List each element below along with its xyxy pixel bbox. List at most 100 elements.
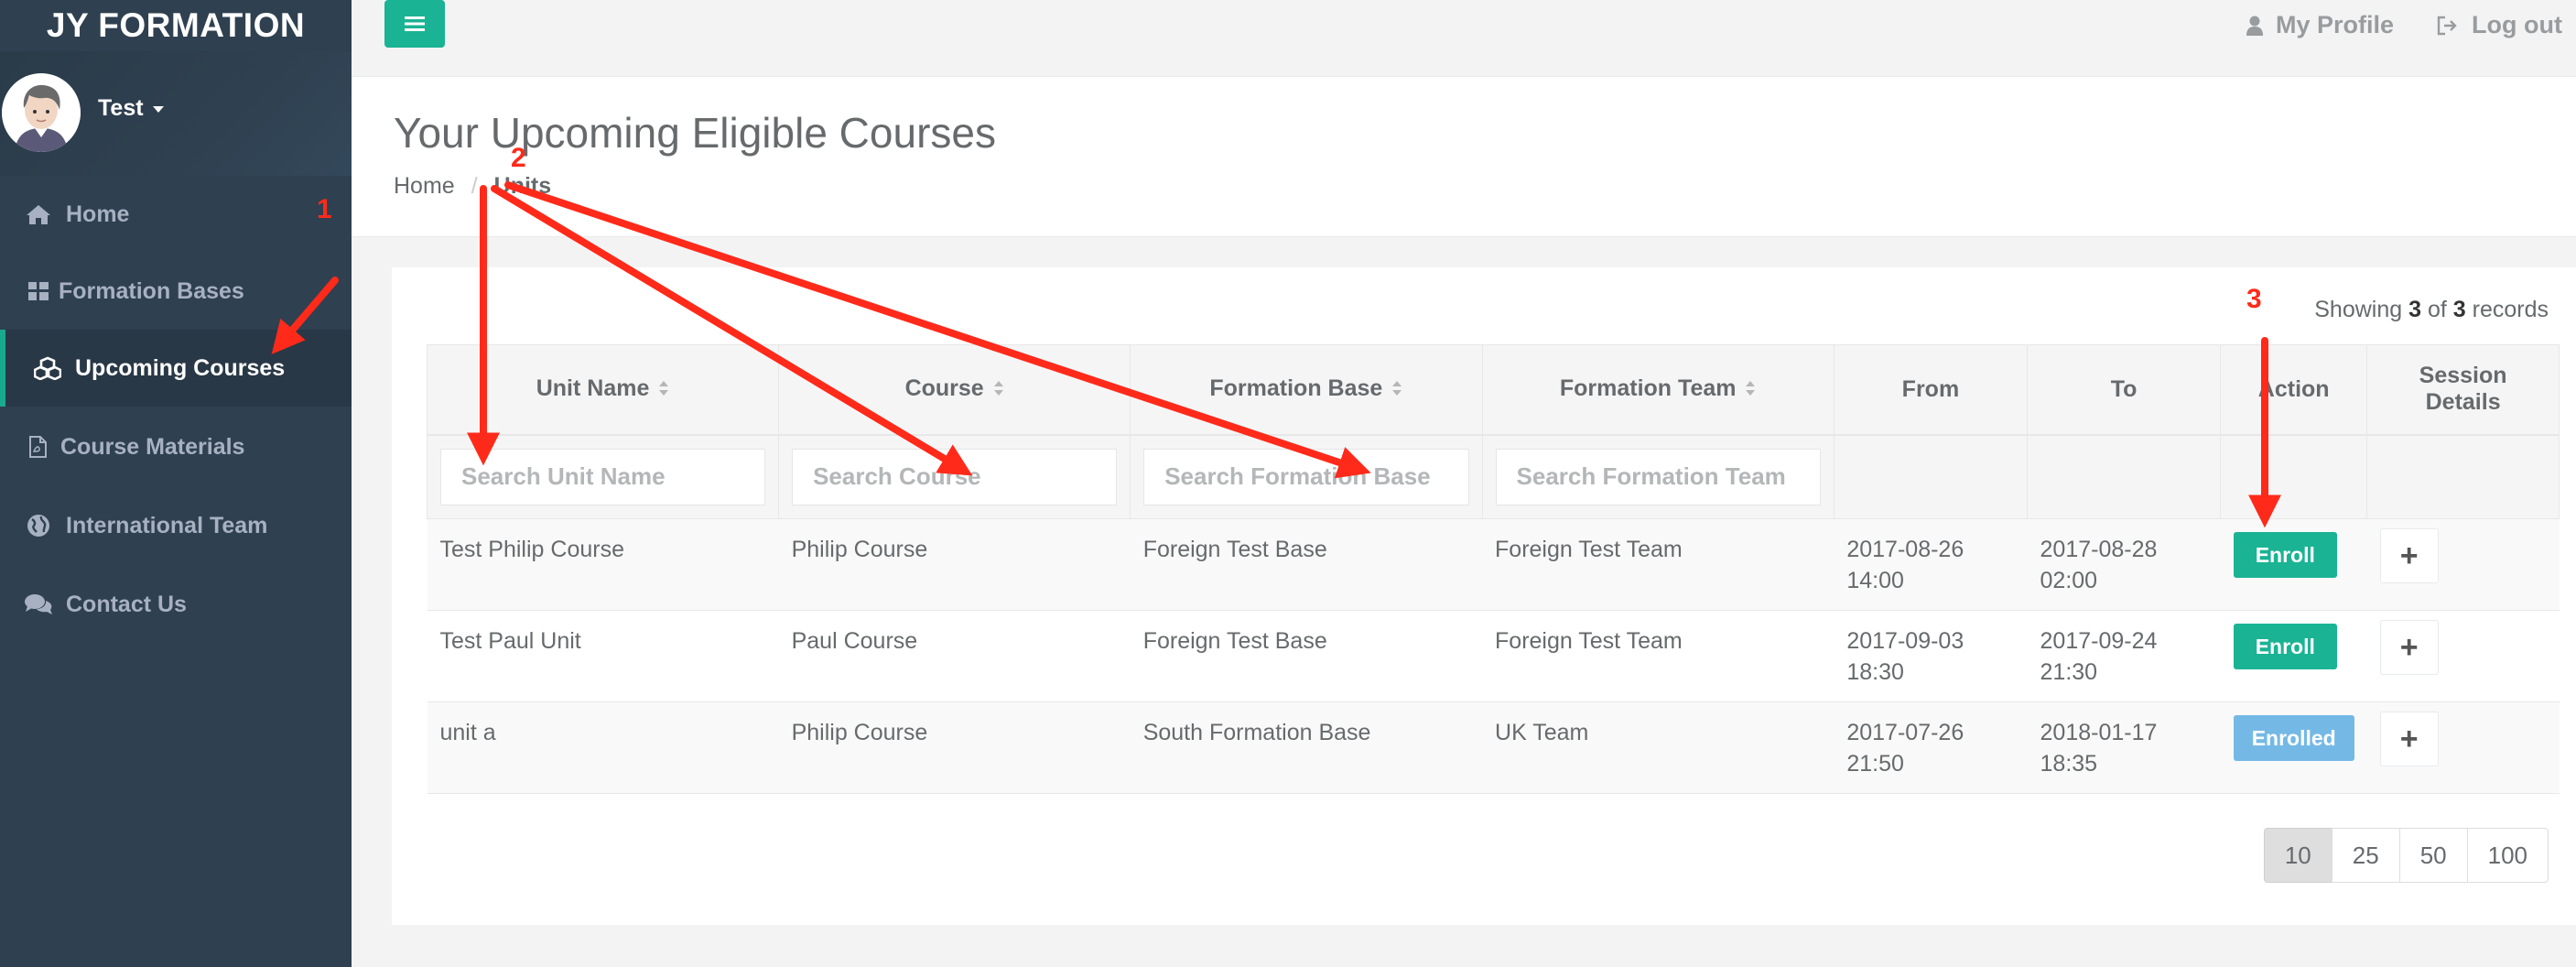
table-header-row: Unit Name Course Formation Base Formatio…	[426, 344, 2560, 436]
cell-session-details: +	[2366, 701, 2560, 794]
to-time: 02:00	[2040, 568, 2098, 593]
brand-logo[interactable]: JY FORMATION	[0, 0, 352, 51]
enrolled-button[interactable]: Enrolled	[2233, 715, 2354, 761]
annotation-1: 1	[317, 194, 332, 224]
to-date: 2018-01-17	[2040, 720, 2158, 745]
table-row: Test Paul Unit Paul Course Foreign Test …	[427, 610, 2560, 702]
header-label: Formation Team	[1559, 375, 1737, 402]
my-profile-label: My Profile	[2276, 11, 2395, 38]
sidebar-item-course-materials[interactable]: Course Materials	[0, 408, 352, 485]
showing-of: of	[2427, 297, 2447, 322]
cubes-icon	[31, 356, 64, 380]
search-formation-team-input[interactable]	[1495, 448, 1821, 505]
cell-session-details: +	[2366, 518, 2560, 611]
sidebar-item-label: Course Materials	[60, 433, 245, 460]
page-heading: Your Upcoming Eligible Courses Home / Un…	[352, 77, 2576, 237]
annotation-3: 3	[2246, 284, 2262, 314]
cell-session-details: +	[2366, 610, 2560, 702]
page-size-selector: 10 25 50 100	[2263, 828, 2549, 883]
filter-cell-empty	[2366, 434, 2560, 519]
cell-formation-team: UK Team	[1482, 701, 1835, 794]
from-time: 18:30	[1846, 659, 1904, 685]
courses-table: Unit Name Course Formation Base Formatio…	[426, 344, 2560, 794]
header-formation-team[interactable]: Formation Team	[1481, 344, 1835, 436]
sidebar-item-contact-us[interactable]: Contact Us	[0, 566, 352, 643]
from-time: 21:50	[1846, 751, 1904, 777]
sidebar-item-label: Formation Bases	[59, 277, 244, 304]
showing-count: 3	[2408, 297, 2421, 322]
search-course-input[interactable]	[792, 448, 1118, 505]
filter-cell	[426, 434, 780, 519]
page-size-25[interactable]: 25	[2331, 828, 2400, 883]
cell-formation-base: Foreign Test Base	[1130, 518, 1483, 611]
header-label: Formation Base	[1209, 375, 1383, 402]
header-label: Course	[904, 375, 984, 402]
courses-panel: Showing 3 of 3 records Unit Name Course …	[392, 267, 2576, 925]
session-details-button[interactable]: +	[2379, 620, 2439, 675]
cell-course: Philip Course	[778, 518, 1131, 611]
logout-label: Log out	[2472, 11, 2562, 38]
my-profile-link[interactable]: My Profile	[2246, 11, 2394, 39]
profile-name: Test	[98, 95, 144, 121]
cell-action: Enroll	[2220, 518, 2367, 611]
user-icon	[2246, 16, 2263, 36]
filter-cell	[1481, 434, 1835, 519]
to-time: 21:30	[2040, 659, 2098, 685]
sidebar-item-home[interactable]: Home 1	[0, 176, 352, 253]
cell-formation-base: South Formation Base	[1130, 701, 1483, 794]
profile-dropdown[interactable]: Test	[98, 95, 164, 122]
search-unit-name-input[interactable]	[440, 448, 766, 505]
sort-icon	[993, 376, 1004, 403]
menu-toggle-button[interactable]	[384, 0, 445, 48]
cell-to: 2018-01-17 18:35	[2027, 701, 2221, 794]
cell-formation-base: Foreign Test Base	[1130, 610, 1483, 702]
top-navbar: My Profile Log out	[352, 0, 2576, 77]
sidebar-item-label: Contact Us	[66, 591, 187, 617]
profile-panel: Test	[0, 51, 352, 176]
sidebar-item-international-team[interactable]: International Team	[0, 487, 352, 564]
logout-link[interactable]: Log out	[2437, 11, 2562, 39]
sign-out-icon	[2437, 16, 2457, 35]
grid-icon	[26, 282, 51, 300]
cell-formation-team: Foreign Test Team	[1482, 610, 1835, 702]
cell-to: 2017-08-28 02:00	[2027, 518, 2221, 611]
from-date: 2017-08-26	[1846, 537, 1964, 562]
cell-action: Enroll	[2220, 610, 2367, 702]
sidebar-item-upcoming-courses[interactable]: Upcoming Courses	[0, 330, 352, 407]
session-details-button[interactable]: +	[2379, 528, 2439, 583]
page-size-100[interactable]: 100	[2466, 828, 2549, 883]
showing-total: 3	[2452, 297, 2466, 322]
showing-prefix: Showing	[2314, 297, 2403, 322]
to-date: 2017-09-24	[2040, 628, 2158, 654]
breadcrumb-home[interactable]: Home	[394, 173, 455, 200]
cell-unit-name: unit a	[427, 701, 779, 794]
cell-unit-name: Test Philip Course	[427, 518, 779, 611]
filter-cell-empty	[2220, 434, 2368, 519]
filter-cell	[778, 434, 1131, 519]
pdf-file-icon	[24, 436, 51, 458]
comments-icon	[22, 593, 55, 615]
header-to: To	[2027, 344, 2222, 436]
header-course[interactable]: Course	[778, 344, 1131, 436]
enroll-button[interactable]: Enroll	[2233, 624, 2337, 669]
search-formation-base-input[interactable]	[1143, 448, 1469, 505]
page-size-50[interactable]: 50	[2398, 828, 2468, 883]
cell-from: 2017-07-26 21:50	[1834, 701, 2028, 794]
header-action: Action	[2220, 344, 2368, 436]
sidebar-item-label: Upcoming Courses	[75, 354, 286, 381]
from-date: 2017-09-03	[1846, 628, 1964, 654]
to-time: 18:35	[2040, 751, 2098, 777]
breadcrumb-current: Units	[493, 173, 552, 199]
sidebar-item-formation-bases[interactable]: Formation Bases	[0, 253, 352, 330]
sort-icon	[1745, 376, 1756, 403]
header-from: From	[1833, 344, 2029, 436]
session-details-button[interactable]: +	[2379, 712, 2439, 766]
from-date: 2017-07-26	[1846, 720, 1964, 745]
avatar[interactable]	[2, 73, 81, 152]
enroll-button[interactable]: Enroll	[2233, 532, 2337, 578]
header-formation-base[interactable]: Formation Base	[1130, 344, 1483, 436]
page-size-10[interactable]: 10	[2263, 828, 2332, 883]
page-title: Your Upcoming Eligible Courses	[394, 109, 996, 157]
cell-from: 2017-09-03 18:30	[1834, 610, 2028, 702]
header-unit-name[interactable]: Unit Name	[426, 344, 780, 436]
